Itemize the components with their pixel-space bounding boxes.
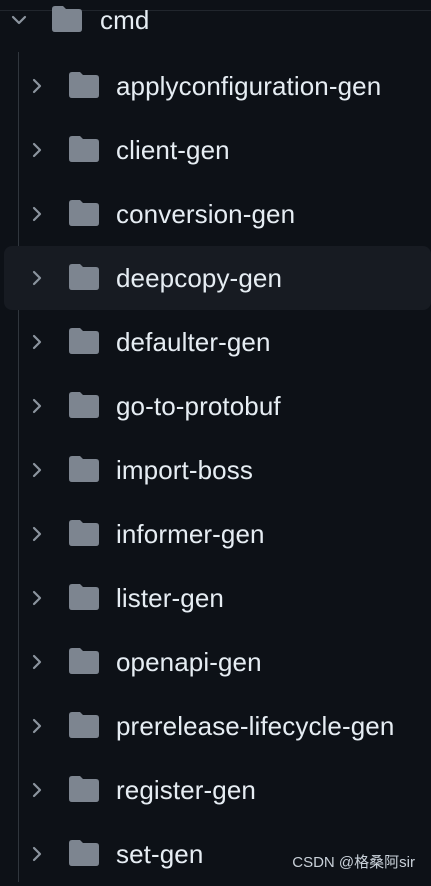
tree-item-defaulter-gen[interactable]: defaulter-gen: [4, 310, 431, 374]
tree-item-label: conversion-gen: [116, 199, 296, 229]
folder-icon: [69, 328, 99, 354]
folder-icon: [69, 648, 99, 674]
chevron-right-icon[interactable]: [26, 779, 48, 801]
chevron-right-icon[interactable]: [26, 267, 48, 289]
tree-item-label: defaulter-gen: [116, 327, 271, 357]
tree-item-label: register-gen: [116, 775, 256, 805]
chevron-right-icon[interactable]: [26, 587, 48, 609]
folder-icon: [69, 200, 99, 226]
folder-icon: [52, 6, 82, 32]
folder-icon: [69, 712, 99, 738]
file-tree: cmd applyconfiguration-gen client-gen conv…: [0, 0, 431, 882]
tree-item-label: applyconfiguration-gen: [116, 71, 382, 101]
tree-item-label: lister-gen: [116, 583, 224, 613]
chevron-down-icon[interactable]: [8, 9, 30, 31]
folder-icon: [69, 520, 99, 546]
chevron-right-icon[interactable]: [26, 459, 48, 481]
chevron-right-icon[interactable]: [26, 651, 48, 673]
chevron-right-icon[interactable]: [26, 523, 48, 545]
tree-item-conversion-gen[interactable]: conversion-gen: [4, 182, 431, 246]
chevron-right-icon[interactable]: [26, 203, 48, 225]
tree-item-label: set-gen: [116, 839, 204, 869]
tree-item-label: deepcopy-gen: [116, 263, 282, 293]
tree-item-label: client-gen: [116, 135, 230, 165]
tree-item-go-to-protobuf[interactable]: go-to-protobuf: [4, 374, 431, 438]
tree-item-label: prerelease-lifecycle-gen: [116, 711, 395, 741]
tree-item-label: cmd: [100, 5, 150, 35]
chevron-right-icon[interactable]: [26, 843, 48, 865]
tree-item-import-boss[interactable]: import-boss: [4, 438, 431, 502]
tree-item-prerelease-lifecycle-gen[interactable]: prerelease-lifecycle-gen: [4, 694, 431, 758]
tree-item-lister-gen[interactable]: lister-gen: [4, 566, 431, 630]
chevron-right-icon[interactable]: [26, 331, 48, 353]
tree-item-label: informer-gen: [116, 519, 265, 549]
tree-item-label: import-boss: [116, 455, 253, 485]
folder-icon: [69, 72, 99, 98]
tree-item-applyconfiguration-gen[interactable]: applyconfiguration-gen: [4, 54, 431, 118]
chevron-right-icon[interactable]: [26, 715, 48, 737]
tree-item-deepcopy-gen[interactable]: deepcopy-gen: [4, 246, 431, 310]
tree-item-client-gen[interactable]: client-gen: [4, 118, 431, 182]
folder-icon: [69, 840, 99, 866]
chevron-right-icon[interactable]: [26, 395, 48, 417]
tree-item-label: openapi-gen: [116, 647, 262, 677]
folder-icon: [69, 136, 99, 162]
folder-icon: [69, 456, 99, 482]
tree-item-cmd[interactable]: cmd: [0, 0, 431, 52]
tree-item-openapi-gen[interactable]: openapi-gen: [4, 630, 431, 694]
tree-item-label: go-to-protobuf: [116, 391, 281, 421]
tree-item-informer-gen[interactable]: informer-gen: [4, 502, 431, 566]
chevron-right-icon[interactable]: [26, 139, 48, 161]
folder-icon: [69, 264, 99, 290]
folder-icon: [69, 776, 99, 802]
folder-icon: [69, 584, 99, 610]
chevron-right-icon[interactable]: [26, 75, 48, 97]
folder-icon: [69, 392, 99, 418]
watermark: CSDN @格桑阿sir: [292, 854, 415, 871]
tree-item-register-gen[interactable]: register-gen: [4, 758, 431, 822]
